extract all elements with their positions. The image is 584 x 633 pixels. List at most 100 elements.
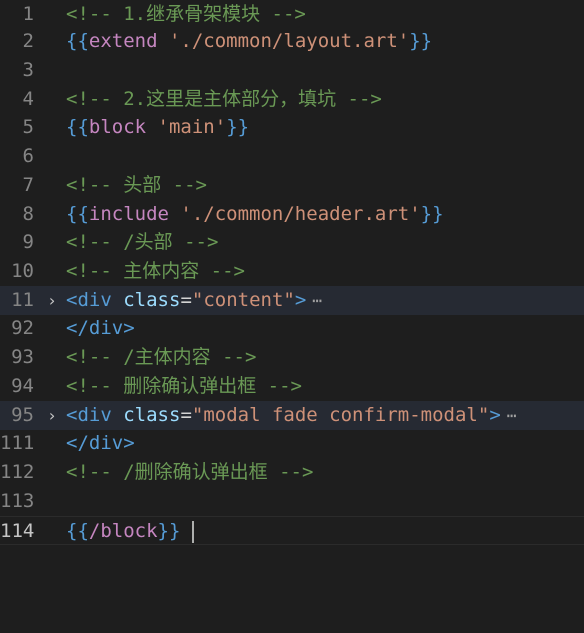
folded-ellipsis-icon[interactable]: ⋯ — [306, 291, 322, 310]
string-token: './common/layout.art' — [168, 30, 410, 52]
keyword-token: extend — [88, 30, 158, 52]
line-number: 11 — [11, 289, 34, 311]
comment-token: <!-- 删除确认弹出框 --> — [66, 375, 302, 397]
string-token: './common/header.art' — [180, 203, 421, 225]
line-number: 2 — [22, 30, 34, 52]
tag-open-bracket: </ — [66, 432, 89, 454]
mustache-open: {{ — [66, 203, 89, 225]
line-content: <!-- /删除确认弹出框 --> — [66, 458, 313, 487]
line-number: 92 — [11, 317, 34, 339]
code-line[interactable]: 111 </div> — [0, 429, 584, 458]
tag-close-bracket: > — [123, 432, 135, 454]
line-content: <!-- /头部 --> — [66, 228, 218, 257]
code-line[interactable]: 112 <!-- /删除确认弹出框 --> — [0, 458, 584, 487]
fold-chevron-icon[interactable]: › — [45, 401, 59, 430]
line-content: <div class="modal fade confirm-modal"> ⋯ — [66, 401, 516, 430]
code-line-folded[interactable]: 95 › <div class="modal fade confirm-moda… — [0, 401, 584, 430]
tag-open-bracket: </ — [66, 317, 89, 339]
keyword-token: /block — [88, 520, 158, 542]
string-token: 'main' — [157, 116, 227, 138]
line-number: 1 — [22, 3, 34, 25]
tag-name-token: div — [88, 432, 124, 454]
mustache-open: {{ — [66, 520, 89, 542]
line-content: <!-- 头部 --> — [66, 171, 207, 200]
line-number: 10 — [11, 260, 34, 282]
line-number: 3 — [22, 59, 34, 81]
mustache-close: }} — [420, 203, 444, 225]
mustache-open: {{ — [66, 116, 89, 138]
comment-token: <!-- 1.继承骨架模块 --> — [66, 3, 306, 25]
code-line[interactable]: 4 <!-- 2.这里是主体部分，填坑 --> — [0, 85, 584, 114]
line-content: <div class="content"> ⋯ — [66, 286, 322, 315]
line-number: 9 — [22, 231, 34, 253]
tag-close-bracket: > — [294, 289, 307, 311]
comment-token: <!-- /头部 --> — [66, 231, 219, 253]
comment-token: <!-- 主体内容 --> — [66, 260, 245, 282]
line-number: 5 — [22, 116, 34, 138]
line-number: 111 — [0, 432, 35, 454]
tag-open-bracket: < — [66, 404, 78, 426]
comment-token: <!-- /主体内容 --> — [66, 346, 257, 368]
code-line[interactable]: 9 <!-- /头部 --> — [0, 228, 584, 257]
keyword-token: block — [88, 116, 147, 138]
code-line[interactable]: 7 <!-- 头部 --> — [0, 171, 584, 200]
code-line[interactable]: 94 <!-- 删除确认弹出框 --> — [0, 372, 584, 401]
line-content: <!-- 1.继承骨架模块 --> — [66, 0, 306, 29]
keyword-token: include — [88, 203, 169, 225]
code-line[interactable]: 113 — [0, 487, 584, 516]
code-line[interactable]: 93 <!-- /主体内容 --> — [0, 343, 584, 372]
equals-token: = — [180, 404, 192, 426]
code-line[interactable]: 1 <!-- 1.继承骨架模块 --> — [0, 0, 584, 29]
line-content: <!-- 2.这里是主体部分，填坑 --> — [66, 85, 382, 114]
comment-token: <!-- /删除确认弹出框 --> — [66, 461, 314, 483]
line-content: {{block 'main'}} — [66, 113, 249, 142]
line-content: <!-- /主体内容 --> — [66, 343, 256, 372]
folded-ellipsis-icon[interactable]: ⋯ — [501, 406, 517, 425]
line-content: </div> — [66, 429, 135, 458]
attr-name-token: class — [123, 289, 181, 311]
tag-name-token: div — [77, 289, 112, 311]
code-line[interactable]: 92 </div> — [0, 314, 584, 343]
line-content: <!-- 主体内容 --> — [66, 257, 245, 286]
code-line-current[interactable]: 114 {{/block}} — [0, 516, 584, 545]
fold-chevron-icon[interactable]: › — [45, 286, 59, 315]
attr-value-token: "modal fade confirm-modal" — [191, 404, 490, 426]
code-line[interactable]: 10 <!-- 主体内容 --> — [0, 257, 584, 286]
mustache-close: }} — [157, 520, 181, 542]
line-content: <!-- 删除确认弹出框 --> — [66, 372, 302, 401]
line-number: 6 — [22, 145, 34, 167]
comment-token: <!-- 头部 --> — [66, 174, 207, 196]
tag-close-bracket: > — [489, 404, 501, 426]
text-cursor — [192, 520, 195, 543]
line-number: 4 — [22, 88, 34, 110]
code-line[interactable]: 8 {{include './common/header.art'}} — [0, 200, 584, 229]
mustache-open: {{ — [66, 30, 89, 52]
line-number: 112 — [0, 461, 35, 483]
code-line[interactable]: 2 {{extend './common/layout.art'}} — [0, 27, 584, 56]
comment-token: <!-- 2.这里是主体部分，填坑 --> — [66, 88, 382, 110]
line-number: 93 — [11, 346, 34, 368]
equals-token: = — [180, 289, 192, 311]
line-content: {{include './common/header.art'}} — [66, 200, 444, 229]
code-line-folded[interactable]: 11 › <div class="content"> ⋯ — [0, 286, 584, 315]
line-content: </div> — [66, 314, 135, 343]
attr-name-token: class — [123, 404, 181, 426]
code-line[interactable]: 3 — [0, 56, 584, 85]
mustache-close: }} — [226, 116, 250, 138]
tag-name-token: div — [88, 317, 124, 339]
line-number: 95 — [11, 404, 34, 426]
code-line[interactable]: 5 {{block 'main'}} — [0, 113, 584, 142]
attr-value-token: "content" — [191, 289, 295, 311]
line-number: 8 — [22, 203, 34, 225]
tag-open-bracket: < — [66, 289, 78, 311]
line-content: {{extend './common/layout.art'}} — [66, 27, 432, 56]
code-editor[interactable]: 1 <!-- 1.继承骨架模块 --> 2 {{extend './common… — [0, 0, 584, 562]
line-number: 114 — [0, 520, 35, 542]
code-line[interactable]: 6 — [0, 142, 584, 171]
mustache-close: }} — [409, 30, 433, 52]
